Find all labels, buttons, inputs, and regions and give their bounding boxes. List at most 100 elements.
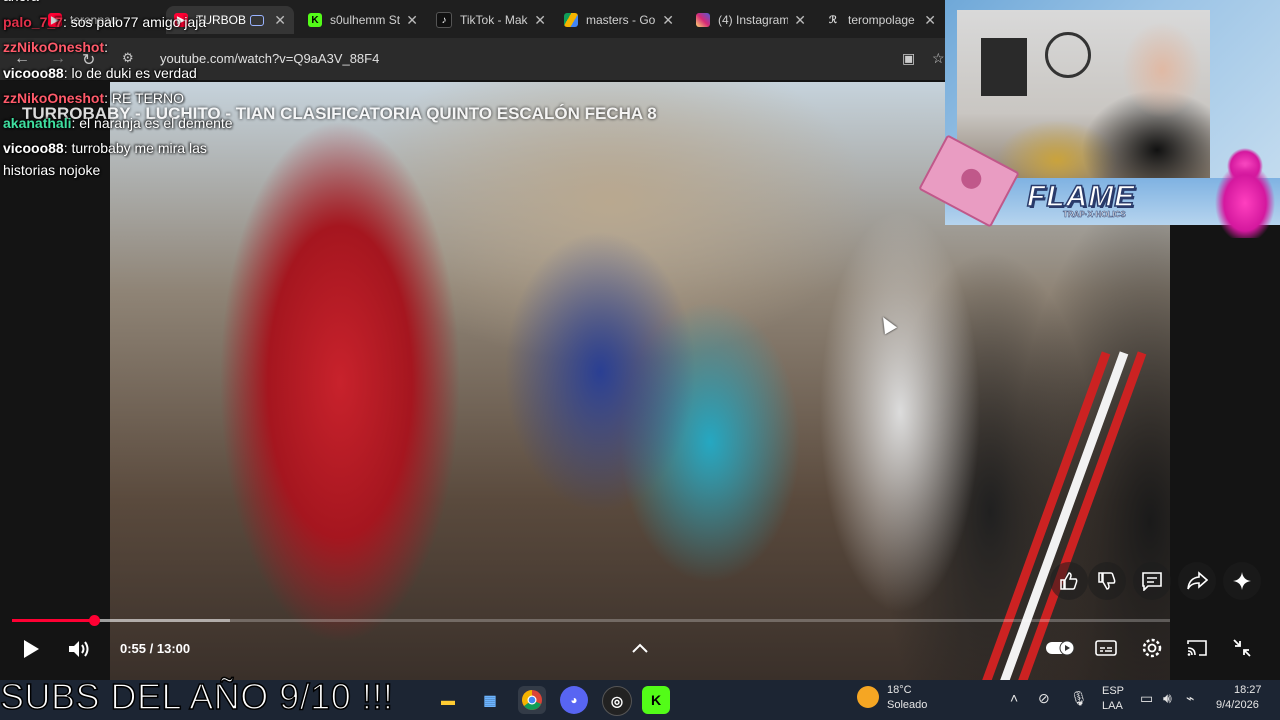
network-icon[interactable]: ⌁ <box>1186 690 1194 707</box>
chat-text: : el naranja es el demente <box>71 115 233 131</box>
chrome-icon[interactable] <box>518 686 546 714</box>
clock-date[interactable]: 9/4/2026 <box>1216 699 1259 711</box>
chat-text: : <box>104 39 109 55</box>
gear-icon <box>1142 638 1162 658</box>
autoplay-toggle[interactable] <box>1045 636 1077 660</box>
progress-fill <box>12 619 95 622</box>
chat-text: : sos palo77 amigo jaja <box>62 14 207 30</box>
tab-title: TikTok - Mak <box>460 13 528 27</box>
close-icon[interactable]: ✕ <box>924 12 936 29</box>
stream-ticker-text: SUBS DEL AÑO 9/10 !!! <box>0 675 394 718</box>
like-icon <box>1060 572 1078 590</box>
tab-title: terompolage <box>848 13 915 27</box>
chat-message: akanathali: el naranja es el demente <box>3 115 233 131</box>
chat-text: ahora <box>3 0 39 4</box>
kick-icon[interactable]: K <box>642 686 670 714</box>
tab-4[interactable]: masters - Go ✕ <box>556 6 682 34</box>
display-icon[interactable]: ▭ <box>1140 690 1153 707</box>
speaker-icon[interactable]: 🔊︎ <box>1163 690 1172 707</box>
volume-button[interactable] <box>66 636 92 662</box>
install-app-icon[interactable]: ▣ <box>902 50 915 67</box>
instagram-icon <box>696 13 710 27</box>
tab-2[interactable]: K s0ulhemm St ✕ <box>300 6 426 34</box>
fan <box>1045 32 1091 78</box>
ask-ai-button[interactable] <box>1223 562 1261 600</box>
network-off-icon[interactable]: ⊘ <box>1038 690 1050 707</box>
cast-button[interactable] <box>1185 636 1209 660</box>
money-seal <box>957 165 985 193</box>
language-bottom[interactable]: LAA <box>1102 700 1123 712</box>
close-icon[interactable]: ✕ <box>662 12 674 29</box>
weather-desc: Soleado <box>887 699 928 711</box>
tiktok-icon: ♪ <box>436 12 452 28</box>
tab-3[interactable]: ♪ TikTok - Mak ✕ <box>428 6 554 34</box>
play-icon <box>24 640 39 658</box>
stream-chat: ahora palo_7_7: sos palo77 amigo jaja zz… <box>0 0 300 190</box>
progress-scrubber[interactable] <box>89 615 101 626</box>
google-drive-icon <box>564 13 578 27</box>
buddha-sticker <box>1212 148 1278 238</box>
chat-user: zzNikoOneshot <box>3 39 105 55</box>
exit-fullscreen-button[interactable] <box>1230 636 1254 660</box>
chat-user: palo_7_7 <box>3 14 63 30</box>
jacket-stripe <box>996 351 1129 680</box>
jacket-stripe <box>1014 351 1147 680</box>
comments-button[interactable] <box>1133 562 1171 600</box>
tab-6[interactable]: ℛ terompolage ✕ <box>818 6 944 34</box>
subtitles-button[interactable] <box>1094 638 1118 658</box>
bookmark-star-icon[interactable]: ☆ <box>932 50 945 67</box>
chat-text: : turrobaby me mira las <box>63 140 207 156</box>
tab-title: s0ulhemm St <box>330 13 401 27</box>
microphone-icon[interactable]: 🎙︎ <box>1070 690 1088 707</box>
chat-text: historias nojoke <box>3 162 101 178</box>
file-explorer-icon[interactable]: ▬ <box>434 686 462 714</box>
discord-icon[interactable]: ◕ <box>560 686 588 714</box>
subtitles-icon <box>1095 640 1117 656</box>
tab-title: masters - Go <box>586 13 656 27</box>
chat-text: : RE TERNO <box>104 90 184 106</box>
play-button[interactable] <box>18 636 44 662</box>
share-icon <box>1187 571 1208 590</box>
weather-sun-icon[interactable] <box>857 686 879 708</box>
exit-fullscreen-icon <box>1233 639 1251 657</box>
tab-title: (4) Instagram <box>718 13 789 27</box>
language-top[interactable]: ESP <box>1102 685 1124 697</box>
chat-user: vicooo88 <box>3 140 64 156</box>
like-button[interactable] <box>1050 562 1088 600</box>
toggle-icon <box>1046 640 1075 656</box>
chat-message: historias nojoke <box>3 162 100 178</box>
chat-message: ahora <box>3 0 39 4</box>
store-icon[interactable]: ▦ <box>476 686 504 714</box>
chevron-up-icon[interactable]: ˄ <box>1010 690 1018 706</box>
close-icon[interactable]: ✕ <box>406 12 418 29</box>
dislike-icon <box>1098 572 1116 590</box>
close-icon[interactable]: ✕ <box>794 12 806 29</box>
chat-message: zzNikoOneshot: RE TERNO <box>3 90 184 106</box>
tab-5[interactable]: (4) Instagram ✕ <box>688 6 814 34</box>
settings-button[interactable] <box>1140 636 1164 660</box>
time-display: 0:55 / 13:00 <box>120 641 191 656</box>
wordpress-icon: ℛ <box>829 14 837 26</box>
chat-message: palo_7_7: sos palo77 amigo jaja <box>3 14 206 30</box>
close-icon[interactable]: ✕ <box>534 12 546 29</box>
chevron-up-icon[interactable] <box>628 638 652 658</box>
comment-icon <box>1142 572 1162 591</box>
dislike-button[interactable] <box>1088 562 1126 600</box>
share-button[interactable] <box>1178 562 1216 600</box>
cast-icon <box>1187 640 1207 656</box>
flame-logo-subtitle: TRAP·X·HOLICS <box>1063 210 1126 220</box>
clock-time[interactable]: 18:27 <box>1234 684 1262 696</box>
webcam-feed <box>957 10 1210 182</box>
flame-logo-text: FLAME <box>1026 179 1136 214</box>
chat-text: : lo de duki es verdad <box>63 65 197 81</box>
volume-icon <box>69 641 89 657</box>
wall-poster <box>981 38 1027 96</box>
chat-user: zzNikoOneshot <box>3 90 105 106</box>
obs-icon[interactable]: ◎ <box>602 686 632 716</box>
chat-user: akanathali <box>3 115 72 131</box>
sparkle-icon <box>1233 572 1251 590</box>
progress-bar[interactable] <box>12 615 1170 626</box>
kick-icon: K <box>308 13 322 27</box>
weather-temp: 18°C <box>887 684 912 696</box>
chat-message: vicooo88: lo de duki es verdad <box>3 65 197 81</box>
